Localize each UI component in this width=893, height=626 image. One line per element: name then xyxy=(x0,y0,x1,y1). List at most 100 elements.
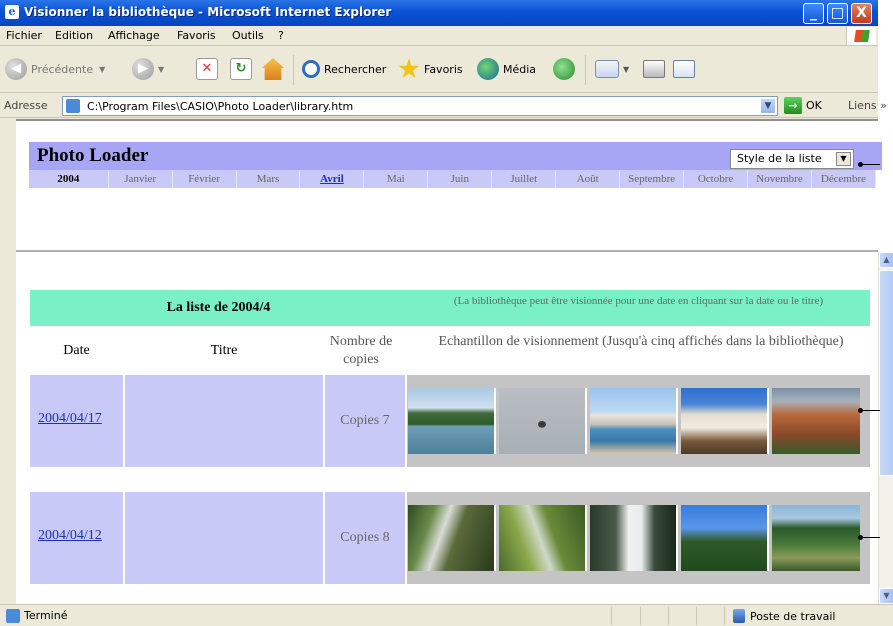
menu-outils[interactable]: Outils xyxy=(232,29,264,42)
photo-thumbnail[interactable] xyxy=(408,388,496,454)
date-link[interactable]: 2004/04/12 xyxy=(38,528,102,544)
close-button[interactable]: X xyxy=(851,3,872,24)
go-button[interactable]: → OK xyxy=(784,97,822,114)
address-value: C:\Program Files\CASIO\Photo Loader\libr… xyxy=(87,100,354,113)
photo-thumbnail[interactable] xyxy=(772,505,860,571)
edit-icon xyxy=(673,60,695,78)
status-divider xyxy=(611,607,612,625)
sample-photos xyxy=(407,492,870,584)
month-decembre[interactable]: Décembre xyxy=(812,170,876,188)
photo-thumbnail[interactable] xyxy=(408,505,496,571)
forward-arrow-icon: ▶ xyxy=(132,58,154,80)
favorites-button[interactable]: Favoris xyxy=(398,56,463,82)
month-mai[interactable]: Mai xyxy=(364,170,429,188)
scroll-up-icon[interactable]: ▲ xyxy=(879,252,893,268)
media-button[interactable]: Média xyxy=(477,56,536,82)
month-janvier[interactable]: Janvier xyxy=(109,170,173,188)
photo-loader-header: Photo Loader Style de la liste ▼ xyxy=(29,142,882,170)
table-row: 2004/04/17 Copies 7 xyxy=(30,375,870,467)
windows-logo xyxy=(846,27,876,45)
month-juillet[interactable]: Juillet xyxy=(492,170,557,188)
links-toolbar[interactable]: Liens » xyxy=(848,99,887,112)
ie-page-icon: e xyxy=(5,5,19,19)
vertical-scrollbar[interactable]: ▲ ▼ xyxy=(878,252,893,604)
mail-dropdown-icon[interactable]: ▼ xyxy=(623,65,629,74)
minimize-button[interactable]: _ xyxy=(803,3,824,24)
status-divider xyxy=(724,607,725,625)
home-icon xyxy=(262,58,284,80)
stop-button[interactable]: ✕ xyxy=(196,56,222,82)
forward-button[interactable]: ▶ ▼ xyxy=(132,56,164,82)
address-input[interactable]: C:\Program Files\CASIO\Photo Loader\libr… xyxy=(62,96,778,116)
month-navigation: 2004 Janvier Février Mars Avril Mai Juin… xyxy=(29,170,876,188)
status-divider xyxy=(640,607,641,625)
back-button[interactable]: ◀ Précédente ▼ xyxy=(5,56,105,82)
list-style-value: Style de la liste xyxy=(737,152,822,165)
app-title: Photo Loader xyxy=(37,145,149,166)
mail-button[interactable]: ▼ xyxy=(595,56,629,82)
photo-thumbnail[interactable] xyxy=(499,388,587,454)
page-icon xyxy=(66,99,80,113)
back-dropdown-icon[interactable]: ▼ xyxy=(99,65,105,74)
annotation-line xyxy=(860,410,880,411)
photo-thumbnail[interactable] xyxy=(681,388,769,454)
toolbar-separator xyxy=(585,55,586,85)
menu-favoris[interactable]: Favoris xyxy=(177,29,216,42)
status-bar: Terminé Poste de travail xyxy=(0,604,893,626)
media-label: Média xyxy=(503,62,537,76)
refresh-button[interactable]: ↻ xyxy=(230,56,256,82)
menu-help[interactable]: ? xyxy=(278,29,284,42)
minimize-icon: _ xyxy=(810,5,817,21)
favorites-label: Favoris xyxy=(424,62,463,76)
menu-affichage[interactable]: Affichage xyxy=(108,29,160,42)
photo-thumbnail[interactable] xyxy=(499,505,587,571)
home-button[interactable] xyxy=(262,56,288,82)
table-row: 2004/04/12 Copies 8 xyxy=(30,492,870,584)
address-dropdown-icon[interactable]: ▼ xyxy=(760,98,776,114)
library-frame: La liste de 2004/4 (La bibliothèque peut… xyxy=(16,252,878,604)
list-hint: (La bibliothèque peut être visionnée pou… xyxy=(407,290,870,326)
go-label: OK xyxy=(806,99,822,112)
menu-bar: Fichier Edition Affichage Favoris Outils… xyxy=(0,26,878,46)
month-fevrier[interactable]: Février xyxy=(173,170,237,188)
edit-button[interactable] xyxy=(673,56,699,82)
menu-edition[interactable]: Edition xyxy=(55,29,93,42)
windows-flag-icon xyxy=(854,30,870,42)
chevron-down-icon: ▼ xyxy=(836,152,851,166)
photo-thumbnail[interactable] xyxy=(590,388,678,454)
history-button[interactable] xyxy=(553,56,579,82)
toolbar-separator xyxy=(293,55,294,85)
scrollbar-thumb[interactable] xyxy=(879,270,893,476)
month-novembre[interactable]: Novembre xyxy=(748,170,812,188)
list-style-select[interactable]: Style de la liste ▼ xyxy=(730,149,854,169)
search-button[interactable]: Rechercher xyxy=(302,56,386,82)
address-label: Adresse xyxy=(4,99,48,112)
search-label: Rechercher xyxy=(324,62,387,76)
zone-label: Poste de travail xyxy=(750,609,836,623)
month-octobre[interactable]: Octobre xyxy=(684,170,749,188)
copies-cell: Copies 8 xyxy=(325,492,405,584)
month-aout[interactable]: Août xyxy=(556,170,621,188)
menu-fichier[interactable]: Fichier xyxy=(6,29,42,42)
status-divider xyxy=(696,607,697,625)
date-link[interactable]: 2004/04/17 xyxy=(38,411,102,427)
photo-thumbnail[interactable] xyxy=(772,388,860,454)
forward-dropdown-icon[interactable]: ▼ xyxy=(158,65,164,74)
photo-thumbnail[interactable] xyxy=(590,505,678,571)
annotation-dot xyxy=(858,408,863,413)
scroll-down-icon[interactable]: ▼ xyxy=(879,588,893,604)
print-button[interactable] xyxy=(643,56,669,82)
maximize-icon: □ xyxy=(830,5,845,21)
title-cell[interactable] xyxy=(125,375,323,467)
header-frame: Photo Loader Style de la liste ▼ 2004 Ja… xyxy=(16,119,882,252)
month-mars[interactable]: Mars xyxy=(237,170,301,188)
month-avril[interactable]: Avril xyxy=(300,170,365,188)
title-bar: e Visionner la bibliothèque - Microsoft … xyxy=(0,0,878,26)
status-divider xyxy=(668,607,669,625)
maximize-button[interactable]: □ xyxy=(827,3,848,24)
month-juin[interactable]: Juin xyxy=(428,170,493,188)
title-cell[interactable] xyxy=(125,492,323,584)
photo-thumbnail[interactable] xyxy=(681,505,769,571)
month-septembre[interactable]: Septembre xyxy=(620,170,685,188)
column-copies: Nombre de copies xyxy=(329,334,393,367)
